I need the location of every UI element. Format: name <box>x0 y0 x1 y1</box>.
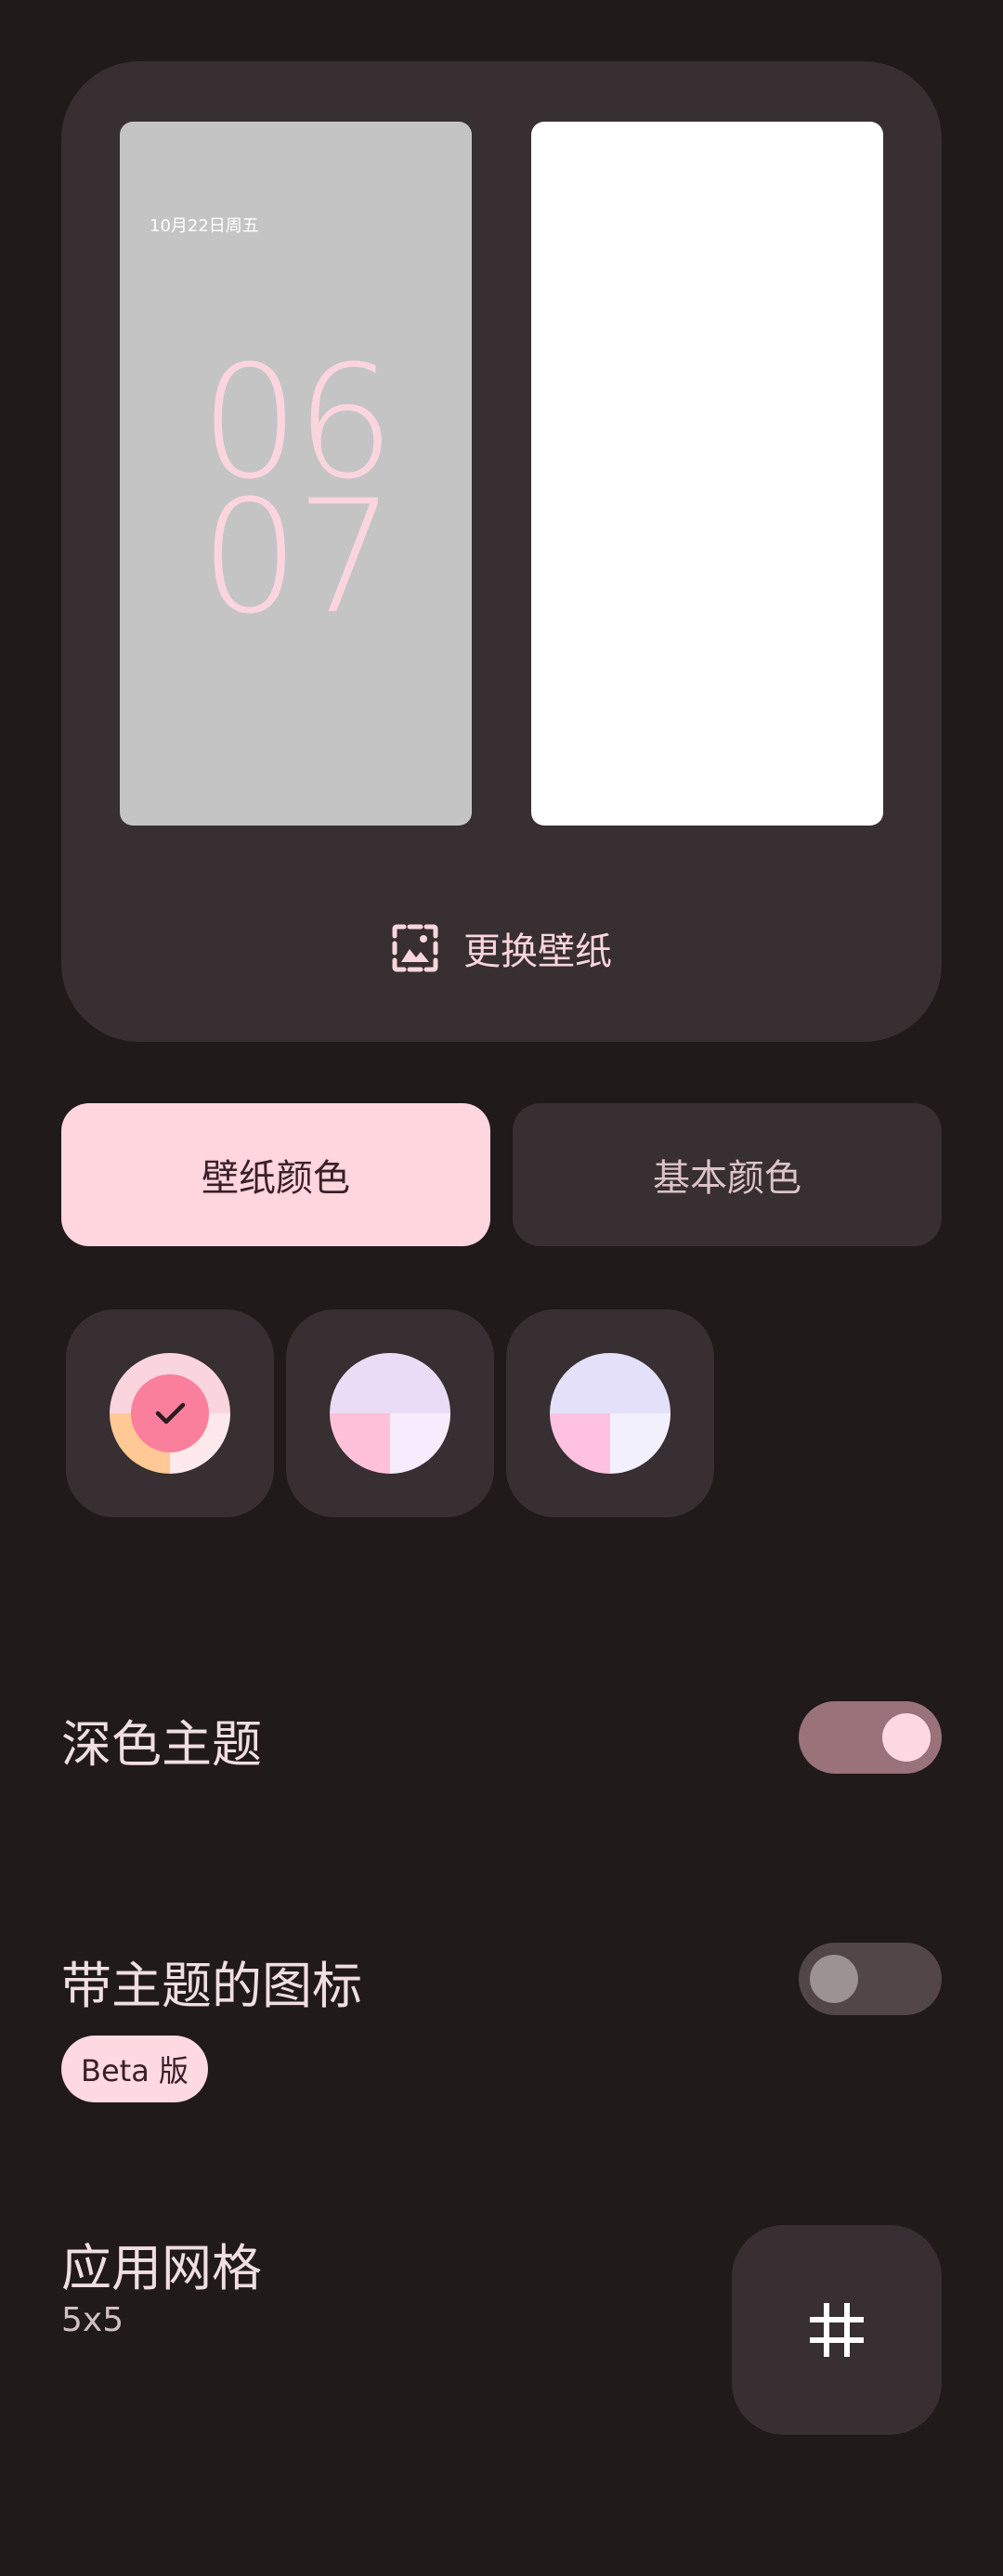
themed-icons-toggle[interactable] <box>799 1943 942 2015</box>
beta-badge: Beta 版 <box>61 2036 208 2102</box>
color-option-3[interactable] <box>506 1309 714 1517</box>
color-option-1[interactable] <box>66 1309 274 1517</box>
themed-icons-label: 带主题的图标 <box>61 1957 362 2015</box>
app-grid-value: 5x5 <box>61 2301 124 2339</box>
color-swatch-1 <box>110 1353 230 1474</box>
tab-basic-colors[interactable]: 基本颜色 <box>513 1103 942 1246</box>
color-swatch-2 <box>330 1353 450 1474</box>
color-swatch-3 <box>550 1353 671 1474</box>
dark-theme-toggle[interactable] <box>799 1701 942 1774</box>
toggle-knob <box>882 1713 931 1762</box>
wallpaper-icon <box>392 924 438 972</box>
lock-screen-clock-minutes: 07 <box>200 466 396 648</box>
change-wallpaper-label: 更换壁纸 <box>463 930 612 973</box>
home-screen-preview[interactable] <box>531 122 883 826</box>
wallpaper-preview-card: 10月22日周五 06 07 更换壁纸 <box>61 61 942 1042</box>
tab-wallpaper-colors[interactable]: 壁纸颜色 <box>61 1103 490 1246</box>
lock-screen-preview[interactable]: 10月22日周五 06 07 <box>120 122 472 826</box>
color-option-2[interactable] <box>286 1309 494 1517</box>
dark-theme-label: 深色主题 <box>61 1715 262 1774</box>
app-grid-button[interactable] <box>732 2225 942 2435</box>
toggle-knob <box>810 1955 858 2003</box>
grid-icon <box>810 2303 864 2357</box>
change-wallpaper-button[interactable]: 更换壁纸 <box>61 902 942 995</box>
lock-screen-date: 10月22日周五 <box>150 216 259 236</box>
app-grid-label: 应用网格 <box>61 2239 262 2297</box>
